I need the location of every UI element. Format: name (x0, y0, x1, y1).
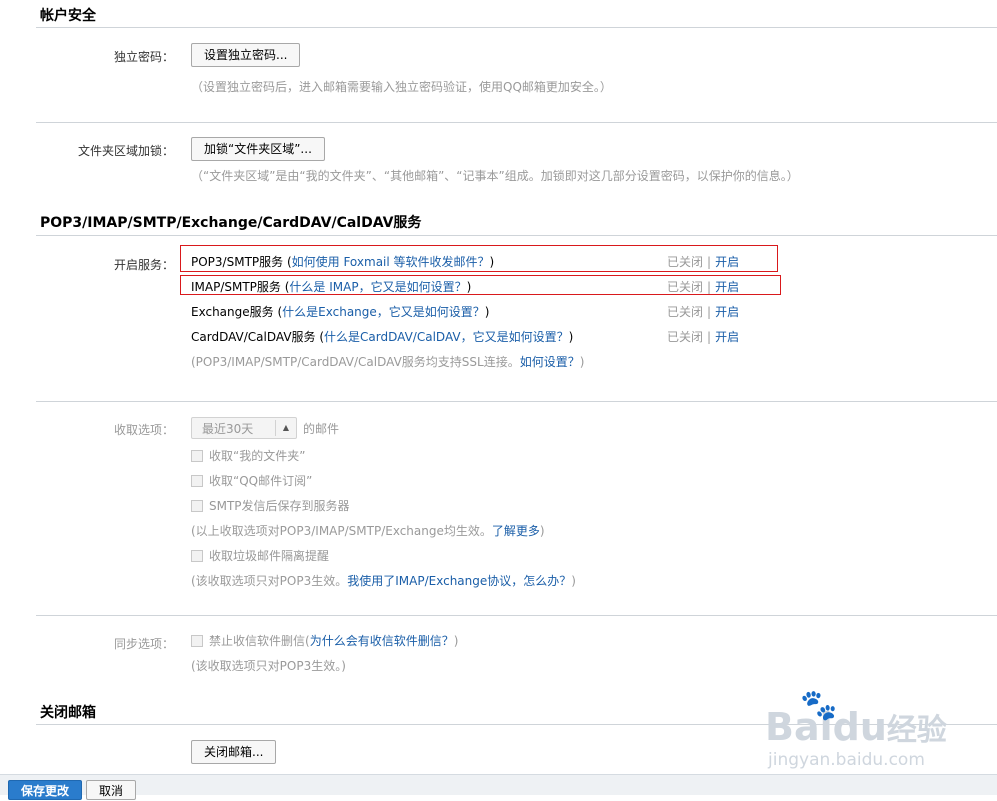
ssl-how-to-link[interactable]: 如何设置？ (520, 355, 580, 369)
prevent-client-delete-option[interactable]: 禁止收信软件删信 (为什么会有收信软件删信？) (191, 632, 458, 649)
service-name: POP3/SMTP服务 (191, 255, 284, 269)
set-independent-password-button[interactable]: 设置独立密码... (191, 43, 301, 67)
checkbox[interactable] (191, 474, 203, 487)
divider (36, 27, 997, 28)
ssl-hint: (POP3/IMAP/SMTP/CardDAV/CalDAV服务均支持SSL连接… (191, 355, 585, 369)
receive-options-label: 收取选项： (113, 423, 174, 437)
sync-hint: (该收取选项只对POP3生效。) (191, 659, 346, 673)
receive-my-folders-option[interactable]: 收取“我的文件夹” (191, 447, 305, 464)
service-help-link[interactable]: 什么是CardDAV/CalDAV，它又是如何设置？ (324, 330, 569, 344)
receive-options-hint: (以上收取选项对POP3/IMAP/SMTP/Exchange均生效。了解更多) (191, 524, 545, 538)
select-arrows-icon: ▲ (275, 420, 296, 436)
enable-imap-link[interactable]: 开启 (715, 280, 739, 294)
service-help-link[interactable]: 什么是Exchange，它又是如何设置？ (282, 305, 485, 319)
checkbox[interactable] (191, 499, 203, 512)
receive-range-suffix: 的邮件 (303, 422, 340, 436)
checkbox[interactable] (191, 549, 203, 562)
enable-services-label: 开启服务： (113, 258, 174, 272)
service-row-pop3: POP3/SMTP服务 (如何使用 Foxmail 等软件收发邮件？) (191, 255, 495, 269)
section-title-protocols: POP3/IMAP/SMTP/Exchange/CardDAV/CalDAV服务 (40, 215, 422, 231)
service-status-imap: 已关闭 | 开启 (667, 280, 740, 294)
divider (36, 235, 997, 236)
watermark-url: jingyan.baidu.com (768, 750, 925, 770)
close-mailbox-button[interactable]: 关闭邮箱... (191, 740, 277, 764)
checkbox[interactable] (191, 449, 203, 462)
folder-lock-hint: （“文件夹区域”是由“我的文件夹”、“其他邮箱”、“记事本”组成。加锁即对这几部… (191, 169, 799, 183)
independent-password-hint: （设置独立密码后，进入邮箱需要输入独立密码验证，使用QQ邮箱更加安全。） (191, 80, 612, 94)
enable-exchange-link[interactable]: 开启 (715, 305, 739, 319)
checkbox[interactable] (191, 634, 203, 647)
independent-password-label: 独立密码： (113, 50, 174, 64)
section-title-account-security: 帐户安全 (40, 8, 96, 24)
section-title-close-mailbox: 关闭邮箱 (40, 705, 96, 721)
sync-options-label: 同步选项： (113, 637, 174, 651)
bottom-action-bar (0, 774, 997, 795)
pop3-only-hint: (该收取选项只对POP3生效。我使用了IMAP/Exchange协议，怎么办？) (191, 574, 576, 588)
learn-more-link[interactable]: 了解更多 (492, 524, 540, 538)
why-client-delete-link[interactable]: 为什么会有收信软件删信？ (310, 632, 454, 649)
service-name: Exchange服务 (191, 305, 274, 319)
service-row-carddav: CardDAV/CalDAV服务 (什么是CardDAV/CalDAV，它又是如… (191, 330, 574, 344)
cancel-button[interactable]: 取消 (86, 780, 137, 800)
divider (36, 401, 997, 402)
service-name: IMAP/SMTP服务 (191, 280, 281, 294)
receive-range-select[interactable]: 最近30天 ▲ (191, 417, 297, 439)
service-help-link[interactable]: 什么是 IMAP，它又是如何设置？ (289, 280, 466, 294)
service-status-pop3: 已关闭 | 开启 (667, 255, 740, 269)
service-help-link[interactable]: 如何使用 Foxmail 等软件收发邮件？ (292, 255, 490, 269)
status-text: 已关闭 (667, 330, 704, 344)
spam-quarantine-reminder-option[interactable]: 收取垃圾邮件隔离提醒 (191, 547, 329, 564)
save-changes-button[interactable]: 保存更改 (8, 780, 83, 800)
status-text: 已关闭 (667, 280, 704, 294)
enable-carddav-link[interactable]: 开启 (715, 330, 739, 344)
receive-qq-subscription-option[interactable]: 收取“QQ邮件订阅” (191, 472, 312, 489)
baidu-watermark: Baidu经验 (765, 705, 947, 749)
divider (36, 615, 997, 616)
service-row-exchange: Exchange服务 (什么是Exchange，它又是如何设置？) (191, 305, 490, 319)
service-status-exchange: 已关闭 | 开启 (667, 305, 740, 319)
paw-icon: 🐾 (800, 688, 838, 723)
status-text: 已关闭 (667, 305, 704, 319)
service-status-carddav: 已关闭 | 开启 (667, 330, 740, 344)
enable-pop3-link[interactable]: 开启 (715, 255, 739, 269)
divider (36, 122, 997, 123)
status-text: 已关闭 (667, 255, 704, 269)
lock-folder-area-button[interactable]: 加锁“文件夹区域”... (191, 137, 325, 161)
service-name: CardDAV/CalDAV服务 (191, 330, 316, 344)
service-row-imap: IMAP/SMTP服务 (什么是 IMAP，它又是如何设置？) (191, 280, 472, 294)
imap-exchange-help-link[interactable]: 我使用了IMAP/Exchange协议，怎么办？ (347, 574, 571, 588)
folder-lock-label: 文件夹区域加锁： (77, 144, 174, 158)
smtp-save-to-server-option[interactable]: SMTP发信后保存到服务器 (191, 497, 350, 514)
